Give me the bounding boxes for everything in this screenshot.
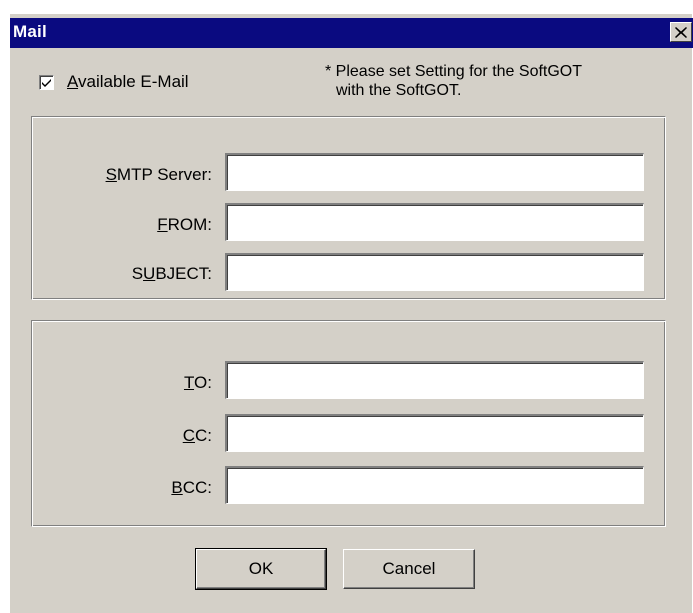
smtp-server-input[interactable]	[225, 153, 644, 191]
from-input[interactable]	[225, 203, 644, 241]
smtp-server-label: SMTP Server:	[105, 165, 212, 184]
server-settings-group: SMTP Server: FROM: SUBJECT:	[31, 116, 666, 300]
note-line-2: with the SoftGOT.	[336, 82, 462, 99]
to-input[interactable]	[225, 361, 644, 399]
subject-input[interactable]	[225, 253, 644, 291]
cc-label: CC:	[182, 426, 212, 445]
close-icon	[675, 26, 687, 38]
cancel-button[interactable]: Cancel	[343, 549, 475, 589]
ok-button[interactable]: OK	[195, 548, 327, 590]
available-email-label[interactable]: Available E-Mail	[67, 72, 189, 92]
bcc-label: BCC:	[171, 478, 212, 497]
recipients-group: TO: CC: BCC:	[31, 320, 666, 527]
close-button[interactable]	[670, 22, 692, 42]
mail-dialog: Mail Available E-Mail * Please set Setti…	[9, 14, 693, 613]
cc-input[interactable]	[225, 414, 644, 452]
note-line-1: * Please set Setting for the SoftGOT	[325, 63, 583, 80]
available-email-checkbox[interactable]	[39, 75, 54, 90]
title-bar: Mail	[10, 18, 693, 48]
to-label: TO:	[183, 373, 212, 392]
softgot-note: * Please set Setting for the SoftGOT wit…	[325, 62, 675, 100]
dialog-title: Mail	[13, 22, 47, 41]
bcc-input[interactable]	[225, 466, 644, 504]
from-label: FROM:	[157, 215, 212, 234]
checkmark-icon	[42, 79, 51, 87]
subject-label: SUBJECT:	[131, 264, 212, 283]
